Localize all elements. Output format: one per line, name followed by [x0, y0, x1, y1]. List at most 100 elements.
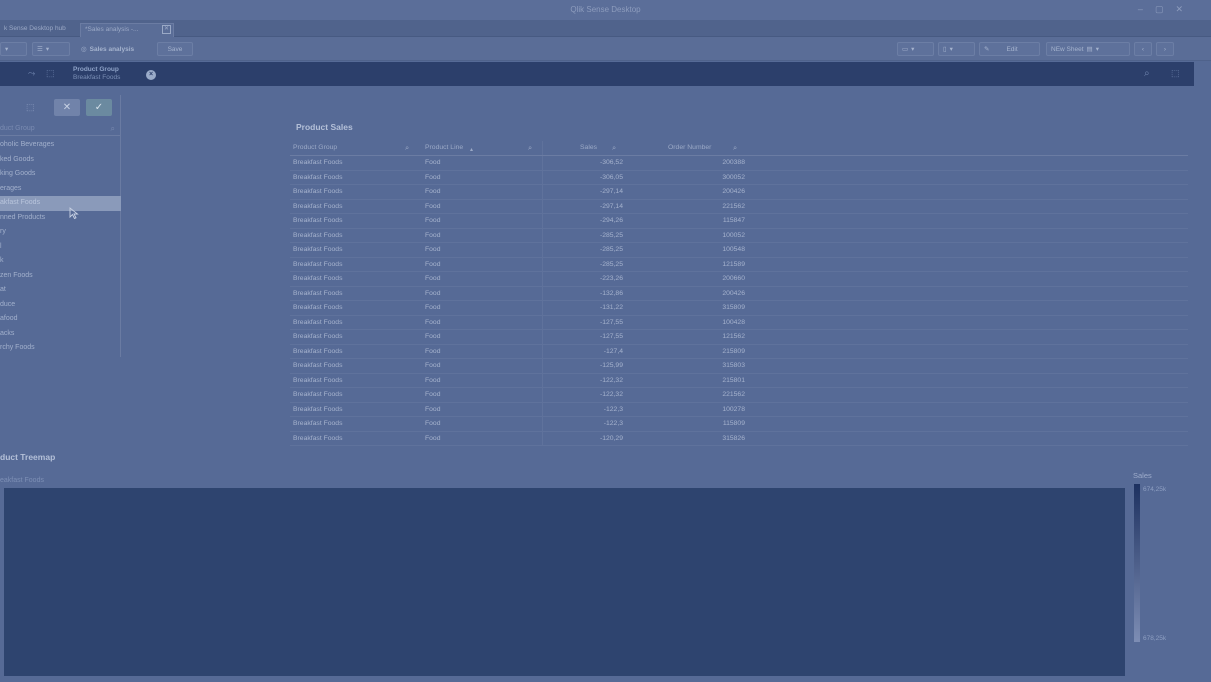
- table-row[interactable]: Breakfast Foods Food -285,25 121589: [290, 258, 1188, 272]
- save-button[interactable]: Save: [157, 42, 193, 56]
- cell-product-line: Food: [425, 391, 441, 398]
- cell-sales: -294,26: [599, 217, 623, 224]
- search-icon[interactable]: ⌕: [405, 143, 409, 153]
- minimize-button[interactable]: –: [1138, 4, 1143, 15]
- global-menu-button[interactable]: ☰ ▾: [32, 42, 70, 56]
- search-icon[interactable]: ⌕: [528, 143, 532, 153]
- chevron-right-icon: ›: [1163, 45, 1167, 53]
- cancel-selection-button[interactable]: ✕: [54, 99, 80, 116]
- list-item[interactable]: duce: [0, 298, 121, 313]
- list-item[interactable]: l: [0, 240, 121, 255]
- listbox-items: ohoIic Beverages ked Goods king Goods erage…: [0, 138, 121, 356]
- treemap-subtitle: eakfast Foods: [0, 477, 44, 484]
- table-row[interactable]: Breakfast Foods Food -127,55 100428: [290, 316, 1188, 330]
- list-item[interactable]: nned Products: [0, 211, 121, 226]
- next-sheet-button[interactable]: ›: [1156, 42, 1174, 56]
- table-row[interactable]: Breakfast Foods Food -122,3 100278: [290, 403, 1188, 417]
- table-row[interactable]: Breakfast Foods Food -122,32 221562: [290, 388, 1188, 403]
- table-row[interactable]: Breakfast Foods Food -306,52 200388: [290, 156, 1188, 171]
- table-row[interactable]: Breakfast Foods Food -285,25 100052: [290, 229, 1188, 243]
- table-row[interactable]: Breakfast Foods Food -223,26 200660: [290, 272, 1188, 287]
- chevron-down-icon: ▾: [5, 46, 9, 53]
- cell-product-group: Breakfast Foods: [293, 217, 343, 224]
- list-item[interactable]: acks: [0, 327, 121, 342]
- device-button[interactable]: ▯ ▾: [938, 42, 975, 56]
- cell-product-group: Breakfast Foods: [293, 333, 343, 340]
- search-icon[interactable]: ⌕: [612, 143, 616, 153]
- table-row[interactable]: Breakfast Foods Food -306,05 300052: [290, 171, 1188, 185]
- cell-sales: -122,3: [603, 405, 623, 413]
- cell-sales: -122,32: [599, 376, 623, 384]
- cell-product-line: Food: [425, 246, 441, 253]
- list-item[interactable]: rchy Foods: [0, 341, 121, 356]
- list-item[interactable]: at: [0, 283, 121, 298]
- step-forward-icon[interactable]: ⤳: [28, 68, 35, 79]
- table-row[interactable]: Breakfast Foods Food -122,3 115809: [290, 417, 1188, 432]
- column-header-sales[interactable]: Sales: [580, 144, 597, 151]
- cell-product-line: Food: [425, 420, 441, 427]
- confirm-selection-button[interactable]: ✓: [86, 99, 112, 116]
- table-row[interactable]: Breakfast Foods Food -122,32 215801: [290, 374, 1188, 388]
- list-item[interactable]: zen Foods: [0, 269, 121, 284]
- cell-product-group: Breakfast Foods: [293, 188, 343, 195]
- cell-product-line: Food: [425, 362, 441, 369]
- list-item[interactable]: erages: [0, 182, 121, 197]
- treemap-cell[interactable]: [4, 488, 1125, 676]
- selection-chip[interactable]: Product Group Breakfast Foods ×: [67, 64, 163, 84]
- cell-sales: -285,25: [599, 231, 623, 239]
- chevron-down-icon: ▾: [45, 46, 50, 53]
- column-header-product-group[interactable]: Product Group: [293, 144, 337, 151]
- close-window-button[interactable]: ✕: [1175, 4, 1183, 15]
- cell-order-number: 200426: [722, 188, 745, 195]
- list-item[interactable]: afood: [0, 312, 121, 327]
- table-row[interactable]: Breakfast Foods Food -294,26 115847: [290, 214, 1188, 229]
- list-item[interactable]: ry: [0, 225, 121, 240]
- previous-sheet-button[interactable]: ‹: [1134, 42, 1152, 56]
- tab-close-icon[interactable]: ✕: [162, 25, 171, 34]
- selection-field: Product Group: [73, 66, 119, 73]
- cell-product-line: Food: [425, 217, 441, 224]
- tab-sales-analysis-label: *Sales analysis -...: [85, 26, 139, 33]
- table-row[interactable]: Breakfast Foods Food -297,14 221562: [290, 200, 1188, 214]
- column-header-product-line[interactable]: Product Line: [425, 144, 463, 151]
- table-row[interactable]: Breakfast Foods Food -132,86 200426: [290, 287, 1188, 301]
- smart-search-icon[interactable]: ⬚: [1171, 68, 1180, 79]
- present-button[interactable]: ▭ ▾: [897, 42, 934, 56]
- list-item[interactable]: k: [0, 254, 121, 269]
- tab-sales-analysis[interactable]: *Sales analysis -... ✕: [80, 23, 174, 37]
- table-row[interactable]: Breakfast Foods Food -125,99 315803: [290, 359, 1188, 374]
- maximize-button[interactable]: ▢: [1155, 4, 1164, 15]
- clear-selection-icon[interactable]: ×: [146, 70, 156, 80]
- cell-product-group: Breakfast Foods: [293, 391, 343, 398]
- list-item[interactable]: akfast Foods: [0, 196, 121, 211]
- list-item[interactable]: king Goods: [0, 167, 121, 182]
- edit-button[interactable]: ✎ Edit: [979, 42, 1040, 56]
- cell-order-number: 200660: [722, 275, 745, 282]
- tab-desktop-hub[interactable]: k Sense Desktop hub: [0, 23, 75, 37]
- table-row[interactable]: Breakfast Foods Food -131,22 315809: [290, 301, 1188, 316]
- cell-order-number: 300052: [722, 173, 745, 181]
- cell-product-group: Breakfast Foods: [293, 159, 343, 166]
- table-row[interactable]: Breakfast Foods Food -285,25 100548: [290, 243, 1188, 258]
- cell-order-number: 100428: [722, 318, 745, 326]
- cell-order-number: 121589: [722, 260, 745, 268]
- cell-sales: -131,22: [599, 304, 623, 311]
- table-row[interactable]: Breakfast Foods Food -127,55 121562: [290, 330, 1188, 345]
- new-sheet-button[interactable]: NEw Sheet ▤ ▾: [1046, 42, 1130, 56]
- cell-product-line: Food: [425, 159, 441, 166]
- column-header-order-number[interactable]: Order Number: [668, 144, 711, 151]
- search-icon[interactable]: ⌕: [733, 143, 737, 153]
- legend-min-value: 678,25k: [1143, 635, 1167, 642]
- table-row[interactable]: Breakfast Foods Food -127,4 215809: [290, 345, 1188, 359]
- table-row[interactable]: Breakfast Foods Food -120,29 315826: [290, 432, 1188, 446]
- cell-order-number: 315809: [722, 304, 745, 311]
- navigation-menu-button[interactable]: ▾: [0, 42, 27, 56]
- table-row[interactable]: Breakfast Foods Food -297,14 200426: [290, 185, 1188, 200]
- selection-tool-icon[interactable]: ⬚: [26, 102, 35, 113]
- selections-tool-icon[interactable]: ⬚: [46, 68, 55, 79]
- listbox-search[interactable]: duct Group ⌕: [0, 123, 121, 136]
- cell-product-line: Food: [425, 304, 441, 311]
- search-icon[interactable]: ⌕: [1144, 68, 1150, 79]
- list-item[interactable]: ked Goods: [0, 153, 121, 168]
- list-item[interactable]: ohoIic Beverages: [0, 138, 121, 153]
